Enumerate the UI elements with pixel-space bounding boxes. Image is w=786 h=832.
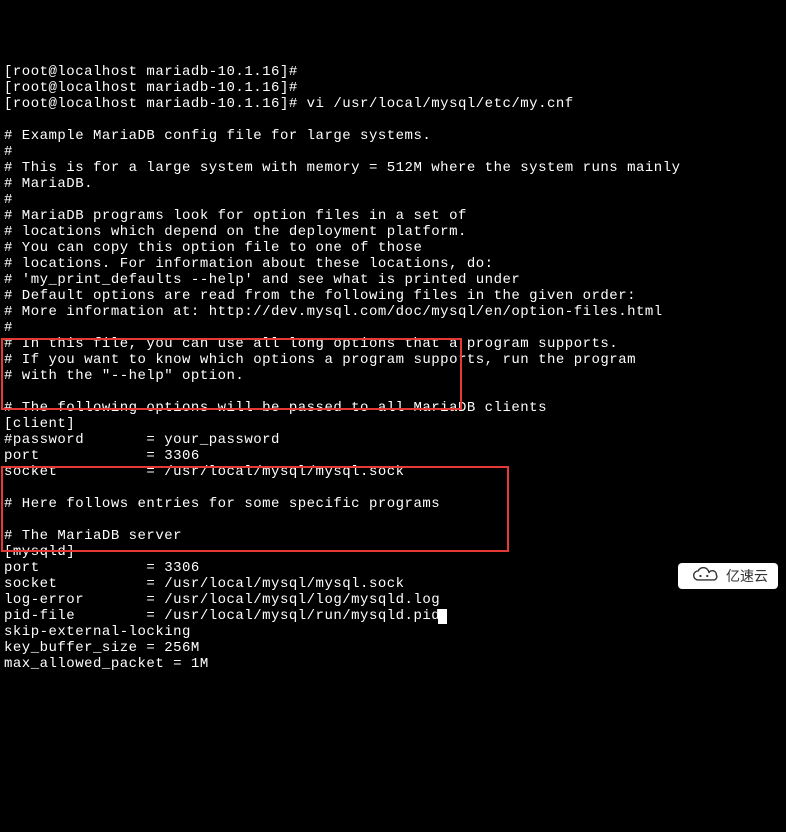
file-line: # 'my_print_defaults --help' and see wha… (4, 272, 520, 288)
prompt-line: [root@localhost mariadb-10.1.16]# (4, 80, 298, 96)
file-line-mysqld-section: [mysqld] (4, 544, 75, 560)
cloud-icon (688, 567, 722, 585)
prompt-line-command: [root@localhost mariadb-10.1.16]# vi /us… (4, 96, 574, 112)
file-line: # Example MariaDB config file for large … (4, 128, 431, 144)
file-line: # The MariaDB server (4, 528, 182, 544)
file-line: # This is for a large system with memory… (4, 160, 681, 176)
file-line: # (4, 144, 13, 160)
file-line: # (4, 192, 13, 208)
file-line: socket = /usr/local/mysql/mysql.sock (4, 464, 405, 480)
file-line-cursor: pid-file = /usr/local/mysql/run/mysqld.p… (4, 608, 447, 624)
file-line: port = 3306 (4, 448, 200, 464)
file-line: key_buffer_size = 256M (4, 640, 200, 656)
terminal-output[interactable]: [root@localhost mariadb-10.1.16]# [root@… (0, 64, 786, 672)
file-line-client-section: [client] (4, 416, 75, 432)
file-line: # MariaDB programs look for option files… (4, 208, 467, 224)
file-line: socket = /usr/local/mysql/mysql.sock (4, 576, 405, 592)
file-line: # In this file, you can use all long opt… (4, 336, 618, 352)
file-line: # locations. For information about these… (4, 256, 494, 272)
file-line: # MariaDB. (4, 176, 93, 192)
watermark-badge: 亿速云 (678, 563, 778, 589)
file-line: skip-external-locking (4, 624, 191, 640)
file-line: # Here follows entries for some specific… (4, 496, 440, 512)
file-line: # locations which depend on the deployme… (4, 224, 467, 240)
file-line: # More information at: http://dev.mysql.… (4, 304, 663, 320)
file-line: # You can copy this option file to one o… (4, 240, 422, 256)
watermark-text: 亿速云 (726, 568, 768, 584)
file-line: port = 3306 (4, 560, 200, 576)
file-line: log-error = /usr/local/mysql/log/mysqld.… (4, 592, 440, 608)
file-line: # with the "--help" option. (4, 368, 244, 384)
file-line: # Default options are read from the foll… (4, 288, 636, 304)
file-line: # If you want to know which options a pr… (4, 352, 636, 368)
file-line: #password = your_password (4, 432, 280, 448)
prompt-line: [root@localhost mariadb-10.1.16]# (4, 64, 298, 80)
cursor-block (438, 609, 447, 624)
file-line: # The following options will be passed t… (4, 400, 547, 416)
file-line: max_allowed_packet = 1M (4, 656, 209, 672)
file-line: # (4, 320, 13, 336)
